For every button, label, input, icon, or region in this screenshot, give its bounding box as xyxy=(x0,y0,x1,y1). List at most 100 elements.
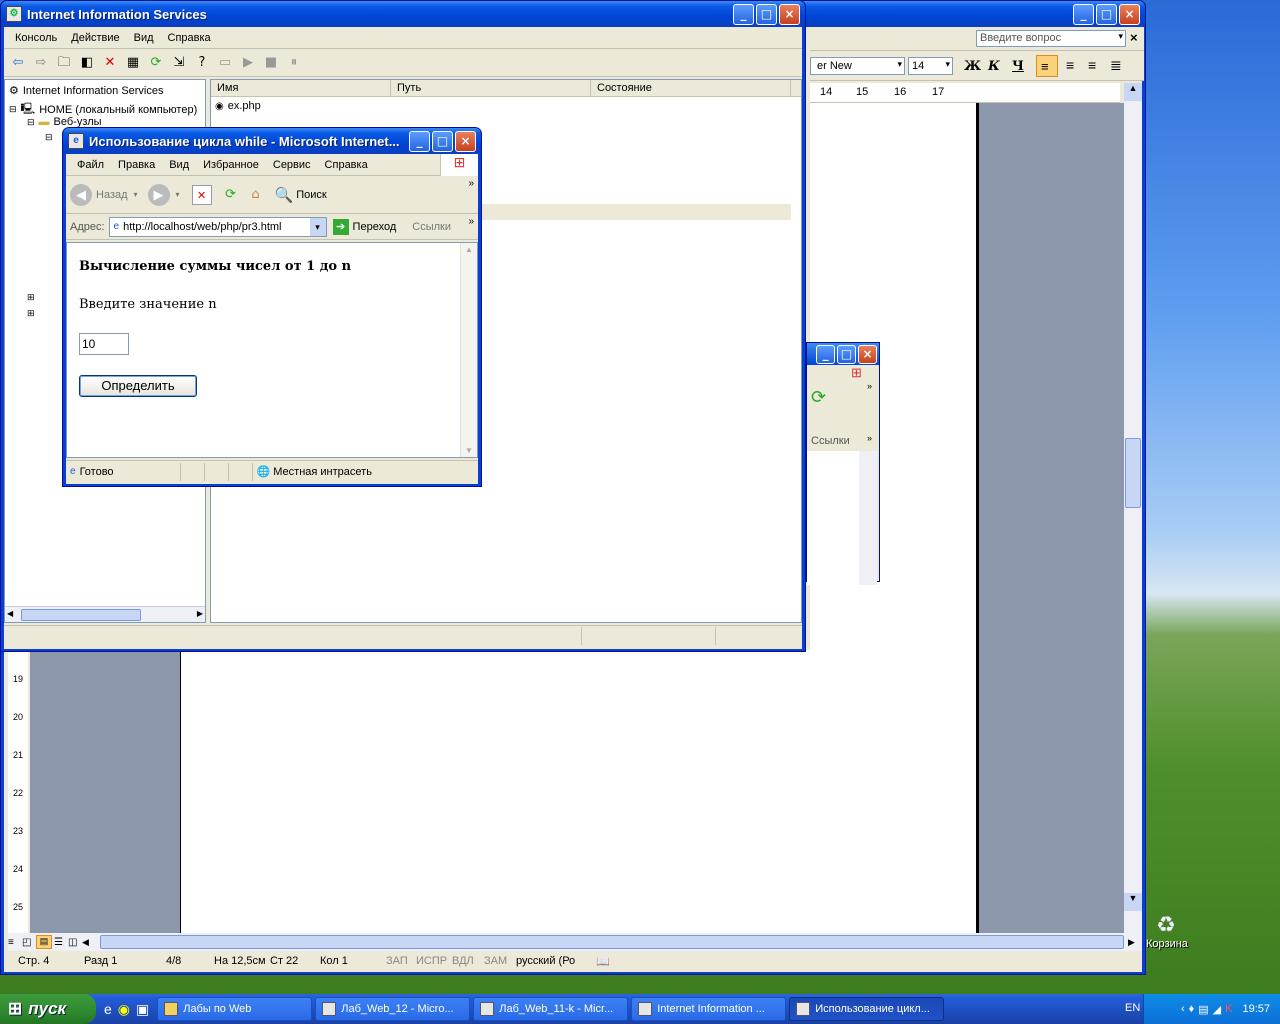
export-icon[interactable]: ⇲ xyxy=(169,53,189,73)
selected-row[interactable] xyxy=(481,204,791,220)
up-folder-icon[interactable]: 🗀 xyxy=(54,53,74,73)
horizontal-scrollbar[interactable]: ≡ ◰ ▤ ☰ ◫ ◀ ▶ xyxy=(8,933,1142,951)
document-page-lower[interactable] xyxy=(180,650,810,933)
refresh-icon[interactable]: ⟳ xyxy=(811,387,826,408)
tray-chevron-icon[interactable]: ‹ xyxy=(1181,1003,1185,1015)
scroll-thumb[interactable] xyxy=(1125,438,1141,508)
help-icon[interactable]: ? xyxy=(192,53,212,73)
forward-dropdown-icon[interactable]: ▾ xyxy=(176,190,180,199)
iis-close-button[interactable]: × xyxy=(779,3,800,25)
scroll-up-icon[interactable]: ▲ xyxy=(465,245,473,254)
chevron-icon[interactable]: » xyxy=(867,433,872,443)
ask-question-box[interactable]: Введите вопрос ▾ xyxy=(976,30,1126,47)
spelling-status-icon[interactable]: 📖 xyxy=(596,955,610,968)
menu-console[interactable]: Консоль xyxy=(8,32,64,44)
word-maximize-button[interactable]: □ xyxy=(1096,3,1117,25)
taskbar-item[interactable]: Лаб_Web_12 - Micro... xyxy=(315,997,471,1021)
n-input[interactable] xyxy=(79,333,129,355)
ie-maximize-button[interactable]: □ xyxy=(432,130,453,152)
web-view-icon[interactable]: ◰ xyxy=(22,937,36,948)
scroll-right-icon[interactable]: ▶ xyxy=(1128,937,1142,948)
menu-tools[interactable]: Сервис xyxy=(266,159,318,171)
home-icon[interactable]: ⌂ xyxy=(246,185,266,205)
ie-launch-icon[interactable]: e xyxy=(104,1001,112,1017)
computer-icon[interactable]: ▭ xyxy=(215,53,235,73)
properties-icon[interactable]: ▦ xyxy=(123,53,143,73)
menu-edit[interactable]: Правка xyxy=(111,159,162,171)
back-icon[interactable]: ◀ xyxy=(70,183,92,206)
toolbar-chevron-icon[interactable]: » xyxy=(468,178,474,189)
ie2-minimize-button[interactable]: _ xyxy=(816,344,835,364)
go-arrow-icon[interactable]: ➔ xyxy=(332,218,349,235)
bold-button[interactable]: Ж xyxy=(964,59,981,74)
align-center-icon[interactable]: ≡ xyxy=(1066,57,1074,73)
ie-vertical-scrollbar[interactable]: ▲ ▼ xyxy=(460,243,477,457)
back-arrow-icon[interactable]: ⇦ xyxy=(8,53,28,73)
pause-icon[interactable]: ⏸ xyxy=(284,53,304,73)
stop-icon[interactable]: ✕ xyxy=(191,184,212,205)
tree-home[interactable]: HOME (локальный компьютер) xyxy=(39,104,197,116)
ie2-links-label[interactable]: Ссылки xyxy=(811,435,850,447)
refresh-icon[interactable]: ⟳ xyxy=(146,53,166,73)
scroll-up-icon[interactable]: ▲ xyxy=(1124,83,1142,101)
justify-icon[interactable]: ≣ xyxy=(1110,57,1122,74)
column-state[interactable]: Состояние xyxy=(591,80,791,96)
align-right-icon[interactable]: ≡ xyxy=(1088,57,1096,73)
address-input[interactable] xyxy=(123,220,294,233)
menu-action[interactable]: Действие xyxy=(64,32,126,44)
underline-button[interactable]: Ч xyxy=(1012,59,1024,74)
normal-view-icon[interactable]: ≡ xyxy=(8,937,22,948)
ie2-maximize-button[interactable]: □ xyxy=(837,344,856,364)
column-path[interactable]: Путь xyxy=(391,80,591,96)
tree-root[interactable]: Internet Information Services xyxy=(23,85,164,97)
address-dropdown-icon[interactable]: ▾ xyxy=(309,217,326,236)
tray-app-icon[interactable]: ♦ xyxy=(1189,1003,1195,1015)
tree-h-scrollbar[interactable]: ◀ ▶ xyxy=(5,606,205,622)
links-chevron-icon[interactable]: » xyxy=(468,216,474,227)
recycle-bin[interactable]: ♻ Корзина xyxy=(1146,912,1188,950)
word-close-button[interactable]: × xyxy=(1119,3,1140,25)
refresh-icon[interactable]: ⟳ xyxy=(221,185,241,205)
scroll-down-icon[interactable]: ▼ xyxy=(1124,893,1142,911)
menu-help[interactable]: Справка xyxy=(161,32,218,44)
ie-minimize-button[interactable]: _ xyxy=(409,130,430,152)
ie-close-button[interactable]: × xyxy=(455,130,476,152)
scroll-left-icon[interactable]: ◀ xyxy=(82,937,96,948)
status-rec[interactable]: ЗАП xyxy=(386,955,416,967)
column-name[interactable]: Имя xyxy=(211,80,391,96)
ie2-scrollbar[interactable] xyxy=(859,451,877,585)
start-button[interactable]: ⊞ пуск xyxy=(0,994,96,1024)
close-doc-icon[interactable]: × xyxy=(1130,30,1138,45)
address-field[interactable]: e ▾ xyxy=(108,216,327,237)
back-dropdown-icon[interactable]: ▾ xyxy=(134,190,138,199)
align-left-button[interactable]: ≡ xyxy=(1036,55,1058,77)
desktop-launch-icon[interactable]: ▣ xyxy=(136,1001,149,1018)
word-minimize-button[interactable]: _ xyxy=(1073,3,1094,25)
tree-scroll-thumb[interactable] xyxy=(21,609,141,621)
menu-view[interactable]: Вид xyxy=(162,159,196,171)
scroll-down-icon[interactable]: ▼ xyxy=(465,446,473,455)
iis-maximize-button[interactable]: □ xyxy=(756,3,777,25)
menu-help[interactable]: Справка xyxy=(318,159,375,171)
status-ext[interactable]: ВДЛ xyxy=(452,955,484,967)
reading-view-icon[interactable]: ◫ xyxy=(68,937,82,948)
network-icon[interactable]: ▤ xyxy=(1198,1003,1208,1016)
chevron-icon[interactable]: » xyxy=(867,381,872,391)
taskbar-item-active[interactable]: Использование цикл... xyxy=(789,997,945,1021)
forward-arrow-icon[interactable]: ⇨ xyxy=(31,53,51,73)
expand-icon[interactable]: ⊞ xyxy=(27,308,35,319)
ie2-close-button[interactable]: × xyxy=(858,344,877,364)
media-launch-icon[interactable]: ◉ xyxy=(118,1001,130,1018)
back-button-label[interactable]: Назад xyxy=(96,189,128,201)
clock[interactable]: 19:57 xyxy=(1242,1003,1270,1015)
print-layout-icon[interactable]: ▤ xyxy=(36,935,52,949)
list-item[interactable]: ◉ ex.php xyxy=(215,100,261,112)
taskbar-item[interactable]: Internet Information ... xyxy=(631,997,787,1021)
forward-icon[interactable]: ▶ xyxy=(147,183,170,206)
collapse-icon[interactable]: ⊟ xyxy=(9,104,17,115)
iis-minimize-button[interactable]: _ xyxy=(733,3,754,25)
collapse-icon[interactable]: ⊟ xyxy=(27,117,35,128)
taskbar-item[interactable]: Лаб_Web_11-k - Micr... xyxy=(473,997,629,1021)
scroll-right-icon[interactable]: ▶ xyxy=(197,609,203,618)
delete-icon[interactable]: ✕ xyxy=(100,53,120,73)
